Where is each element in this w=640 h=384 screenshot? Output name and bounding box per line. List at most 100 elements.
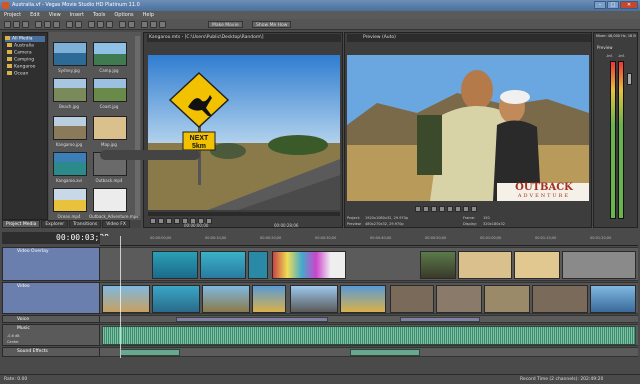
make-movie-button[interactable]: Make Movie [208,21,243,28]
video-clip[interactable] [340,285,386,313]
audio-clip[interactable] [176,317,328,322]
video-clip[interactable] [420,251,456,279]
media-thumb[interactable] [93,188,127,212]
video-clip[interactable] [102,285,150,313]
video-clip[interactable] [248,251,268,279]
tree-item-all-media[interactable]: All Media [5,36,45,42]
online-icon[interactable] [141,21,148,28]
video-clip[interactable] [290,285,338,313]
media-thumb[interactable] [53,152,87,176]
snap-icon[interactable] [119,21,126,28]
video-clip[interactable] [590,285,636,313]
envelope-tool-icon[interactable] [97,21,104,28]
maximize-button[interactable]: □ [607,1,619,9]
media-thumb[interactable] [93,78,127,102]
trimmer-filmstrip[interactable] [148,212,340,216]
menu-edit[interactable]: Edit [30,12,40,18]
undo-icon[interactable] [66,21,73,28]
video-clip[interactable] [202,285,250,313]
video-clip[interactable] [200,251,246,279]
tree-item[interactable]: Camping [7,57,34,63]
tab-project-media[interactable]: Project Media [2,220,41,228]
video-clip[interactable] [458,251,512,279]
share-icon[interactable] [159,21,166,28]
audio-clip[interactable] [102,326,636,345]
media-scrollbar[interactable] [135,36,140,216]
drag-handle[interactable] [100,150,200,160]
master-fader[interactable] [627,73,632,85]
loop-icon[interactable] [150,218,156,224]
minimize-button[interactable]: – [594,1,606,9]
track-header-video[interactable]: Video [2,282,100,314]
tab-video-fx[interactable]: Video FX [102,220,130,228]
tree-item[interactable]: Ocean [7,71,28,77]
audio-clip[interactable] [120,349,180,356]
lane-sound-effects[interactable] [100,347,638,357]
ripple-icon[interactable] [128,21,135,28]
audio-clip[interactable] [350,349,420,356]
copy-icon[interactable] [44,21,51,28]
media-thumb[interactable] [53,116,87,140]
record-icon[interactable] [415,206,421,212]
video-clip[interactable] [390,285,434,313]
media-thumb[interactable] [53,188,87,212]
play-from-start-icon[interactable] [431,206,437,212]
lane-music[interactable] [100,324,638,346]
track-header-voice[interactable]: Voice [2,315,100,323]
menu-project[interactable]: Project [4,12,21,18]
track-header-video-overlay[interactable]: Video Overlay [2,247,100,281]
video-clip[interactable] [484,285,530,313]
go-to-start-icon[interactable] [463,206,469,212]
media-thumb[interactable] [93,116,127,140]
timeline-ruler[interactable]: 00:00:00;00 00:00:10;00 00:00:20;00 00:0… [100,236,638,246]
play-icon[interactable] [158,218,164,224]
video-clip[interactable] [436,285,482,313]
show-me-how-button[interactable]: Show Me How [252,21,292,28]
disc-icon[interactable] [150,21,157,28]
tree-item[interactable]: Camera [7,50,32,56]
stop-icon[interactable] [174,218,180,224]
media-thumb[interactable] [93,42,127,66]
track-header-music[interactable]: Music -0.6 dB Center [2,324,100,346]
zoom-tool-icon[interactable] [106,21,113,28]
menu-view[interactable]: View [49,12,61,18]
video-clip[interactable] [152,251,198,279]
pause-icon[interactable] [447,206,453,212]
video-clip[interactable] [514,251,560,279]
media-thumb[interactable] [53,42,87,66]
paste-icon[interactable] [53,21,60,28]
pause-icon[interactable] [166,218,172,224]
menu-insert[interactable]: Insert [70,12,84,18]
tab-transitions[interactable]: Transitions [69,220,102,228]
video-clip[interactable] [252,285,286,313]
menu-tools[interactable]: Tools [93,12,105,18]
go-to-end-icon[interactable] [471,206,477,212]
cut-icon[interactable] [35,21,42,28]
video-clip[interactable] [272,251,346,279]
save-icon[interactable] [22,21,29,28]
preview-quality[interactable]: Preview (Auto) [363,35,396,40]
tree-item[interactable]: Kangaroo [7,64,35,70]
new-icon[interactable] [4,21,11,28]
play-icon[interactable] [439,206,445,212]
normal-tool-icon[interactable] [88,21,95,28]
loop-icon[interactable] [423,206,429,212]
menu-help[interactable]: Help [143,12,154,18]
lane-voice[interactable] [100,315,638,323]
redo-icon[interactable] [75,21,82,28]
video-clip[interactable] [562,251,636,279]
stop-icon[interactable] [455,206,461,212]
tree-item[interactable]: Australia [7,43,34,49]
audio-clip[interactable] [400,317,480,322]
tab-explorer[interactable]: Explorer [41,220,69,228]
lane-video[interactable] [100,282,638,314]
playhead[interactable] [120,236,121,358]
menu-options[interactable]: Options [114,12,133,18]
media-thumb[interactable] [53,78,87,102]
video-clip[interactable] [152,285,200,313]
lane-video-overlay[interactable] [100,247,638,281]
close-button[interactable]: ✕ [620,1,638,9]
track-header-sound-effects[interactable]: Sound Effects [2,347,100,357]
open-icon[interactable] [13,21,20,28]
video-clip[interactable] [532,285,588,313]
